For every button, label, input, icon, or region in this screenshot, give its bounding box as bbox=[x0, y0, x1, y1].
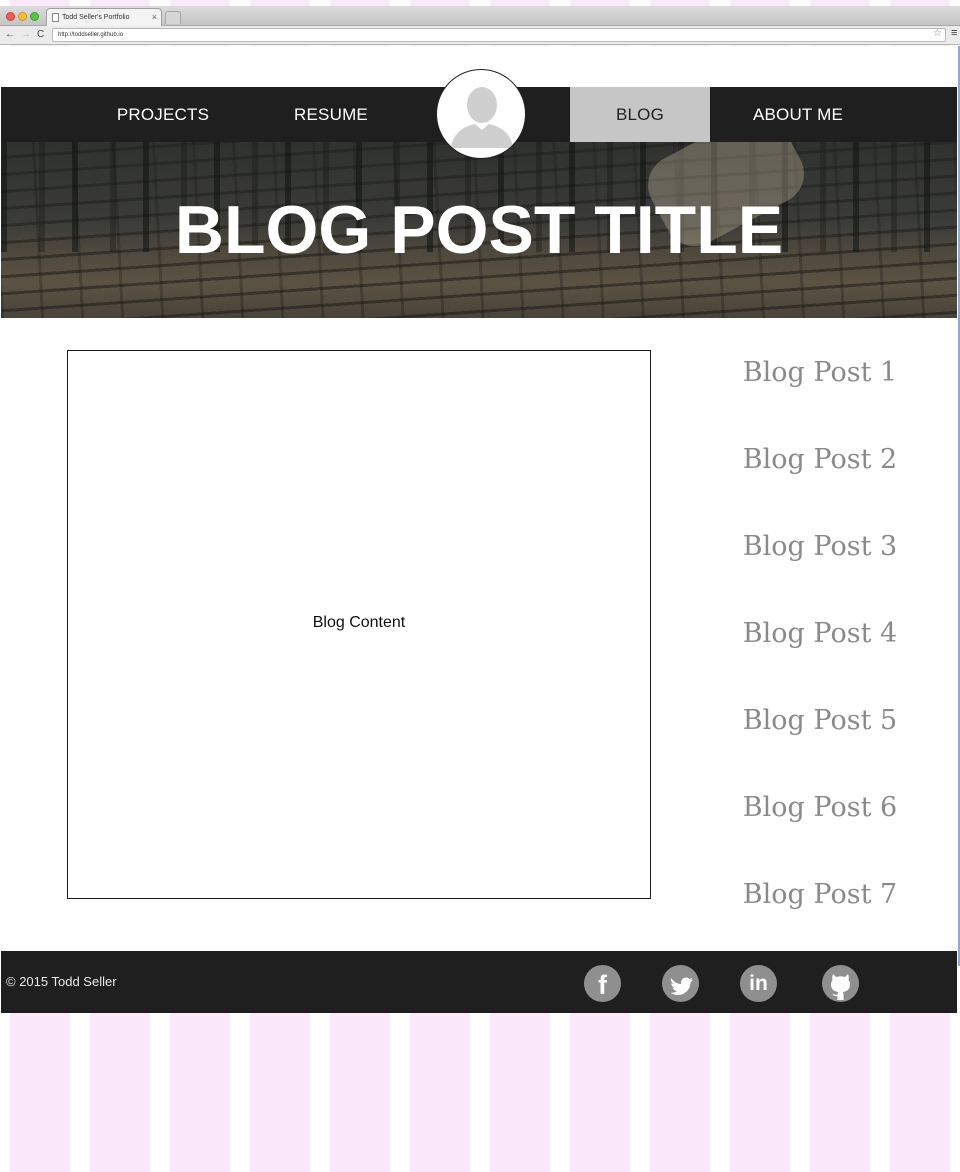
blog-post-link[interactable]: Blog Post 1 bbox=[720, 356, 920, 390]
tab-title: Todd Seller's Portfolio bbox=[62, 14, 130, 21]
new-tab-button[interactable] bbox=[165, 11, 181, 24]
user-silhouette-icon bbox=[451, 87, 513, 148]
close-tab-icon[interactable]: × bbox=[152, 9, 157, 26]
blog-post-link[interactable]: Blog Post 4 bbox=[720, 617, 920, 651]
copyright-text: © 2015 Todd Seller bbox=[6, 974, 117, 989]
blog-post-link[interactable]: Blog Post 2 bbox=[720, 443, 920, 477]
nav-item-about-me[interactable]: ABOUT ME bbox=[728, 87, 868, 142]
nav-item-resume[interactable]: RESUME bbox=[261, 87, 401, 142]
maximize-window-icon[interactable] bbox=[30, 12, 39, 21]
blog-content-area: Blog Content bbox=[67, 350, 651, 899]
bookmark-star-icon[interactable]: ☆ bbox=[933, 28, 942, 40]
avatar[interactable] bbox=[436, 69, 526, 159]
minimize-window-icon[interactable] bbox=[18, 12, 27, 21]
footer: © 2015 Todd Seller f in bbox=[1, 951, 957, 1013]
page-icon bbox=[52, 13, 59, 22]
linkedin-icon[interactable]: in bbox=[740, 965, 777, 1002]
blog-post-link[interactable]: Blog Post 5 bbox=[720, 704, 920, 738]
address-bar[interactable]: http://toddseller.github.io ☆ bbox=[52, 28, 946, 42]
nav-item-projects[interactable]: PROJECTS bbox=[93, 87, 233, 142]
blog-post-link[interactable]: Blog Post 3 bbox=[720, 530, 920, 564]
back-icon[interactable]: ← bbox=[5, 28, 15, 42]
nav-item-blog[interactable]: BLOG bbox=[570, 87, 710, 142]
browser-chrome: Todd Seller's Portfolio × ← → C http://t… bbox=[0, 0, 960, 46]
browser-tab[interactable]: Todd Seller's Portfolio × bbox=[46, 8, 162, 26]
browser-menu-icon[interactable]: ≡ bbox=[951, 27, 957, 39]
linkedin-glyph: in bbox=[749, 972, 768, 995]
browser-toolbar: ← → C http://toddseller.github.io ☆ ≡ bbox=[0, 26, 960, 45]
blog-content-placeholder: Blog Content bbox=[312, 614, 406, 631]
blog-post-link[interactable]: Blog Post 7 bbox=[720, 878, 920, 912]
github-octocat-icon bbox=[831, 974, 850, 1000]
page-title: BLOG POST TITLE bbox=[174, 192, 784, 268]
reload-icon[interactable]: C bbox=[37, 28, 44, 42]
blog-post-link[interactable]: Blog Post 6 bbox=[720, 791, 920, 825]
facebook-icon[interactable]: f bbox=[584, 965, 621, 1002]
facebook-glyph: f bbox=[598, 970, 607, 1000]
twitter-icon[interactable] bbox=[662, 965, 699, 1002]
github-icon[interactable] bbox=[822, 965, 859, 1002]
tab-bar: Todd Seller's Portfolio × bbox=[0, 6, 960, 26]
forward-icon[interactable]: → bbox=[21, 28, 31, 42]
twitter-bird-icon bbox=[670, 977, 693, 995]
hero-banner: BLOG POST TITLE bbox=[1, 142, 957, 318]
url-text: http://toddseller.github.io bbox=[58, 32, 124, 38]
close-window-icon[interactable] bbox=[6, 12, 15, 21]
